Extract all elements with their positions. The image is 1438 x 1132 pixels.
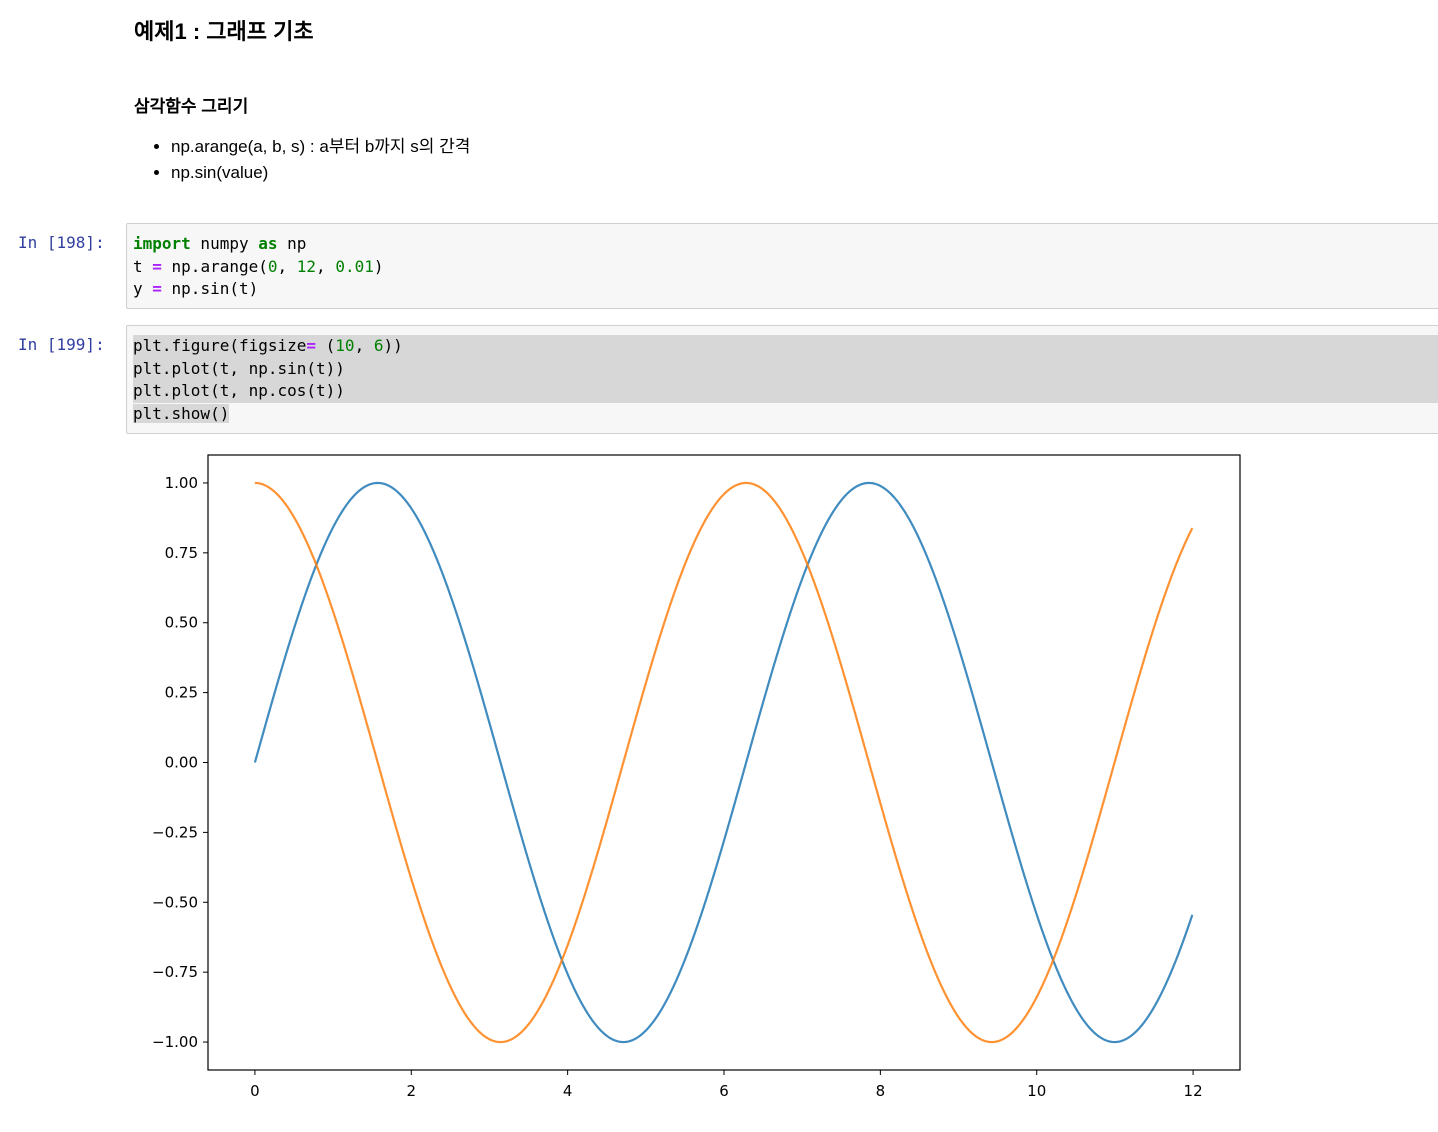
line-chart: 0 2 4 6 8 10 12 1.00 0.75 0.50 0.25 0.00 −0.25 −0.50 −… [152,454,1241,1100]
y-tick-label: 1.00 [165,474,198,492]
axis-ticks: 0 2 4 6 8 10 12 1.00 0.75 0.50 0.25 0.00 −0.25 −0.50 −… [152,474,1203,1100]
y-tick-label: −0.25 [152,823,198,841]
code-line: plt.figure(figsize= (10, 6)) [133,335,1438,358]
y-tick-label: 0.75 [165,544,198,562]
y-tick-label: −1.00 [152,1033,198,1051]
x-tick-label: 10 [1027,1082,1046,1100]
y-tick-label: −0.50 [152,893,198,911]
code-line: y = np.sin(t) [133,279,259,299]
x-tick-label: 8 [876,1082,886,1100]
x-tick-label: 6 [719,1082,729,1100]
code-line: t = np.arange(0, 12, 0.01) [133,256,384,276]
series-line-sin [253,481,1194,1044]
notebook-heading: 예제1 : 그래프 기초 [134,19,314,44]
x-tick-label: 0 [250,1082,260,1100]
list-item: np.sin(value) [171,160,470,186]
code-editor[interactable]: plt.figure(figsize= (10, 6)) plt.plot(t, … [127,326,1438,425]
y-tick-label: 0.25 [165,684,198,702]
x-tick-label: 2 [406,1082,416,1100]
plot-area [253,481,1194,1044]
x-tick-label: 4 [563,1082,573,1100]
input-prompt: In [199]: [18,335,105,354]
list-item: np.arange(a, b, s) : a부터 b까지 s의 간격 [171,134,470,160]
input-prompt: In [198]: [18,233,105,252]
y-tick-label: 0.00 [165,754,198,772]
code-line: plt.plot(t, np.cos(t)) [133,380,1438,403]
bullet-list: np.arange(a, b, s) : a부터 b까지 s의 간격 np.si… [152,134,470,186]
axes-frame [207,454,1241,1071]
code-cell[interactable]: import numpy as np t = np.arange(0, 12, 0… [126,223,1438,309]
section-subheading: 삼각함수 그리기 [134,97,249,116]
code-line: import numpy as np [133,234,307,253]
y-tick-label: 0.50 [165,614,198,632]
code-editor[interactable]: import numpy as np t = np.arange(0, 12, 0… [127,224,1438,301]
y-tick-label: −0.75 [152,963,198,981]
x-tick-label: 12 [1184,1082,1203,1100]
code-line: plt.plot(t, np.sin(t)) [133,357,1438,381]
code-line: plt.show() [133,403,230,423]
code-cell[interactable]: plt.figure(figsize= (10, 6)) plt.plot(t, … [126,325,1438,434]
